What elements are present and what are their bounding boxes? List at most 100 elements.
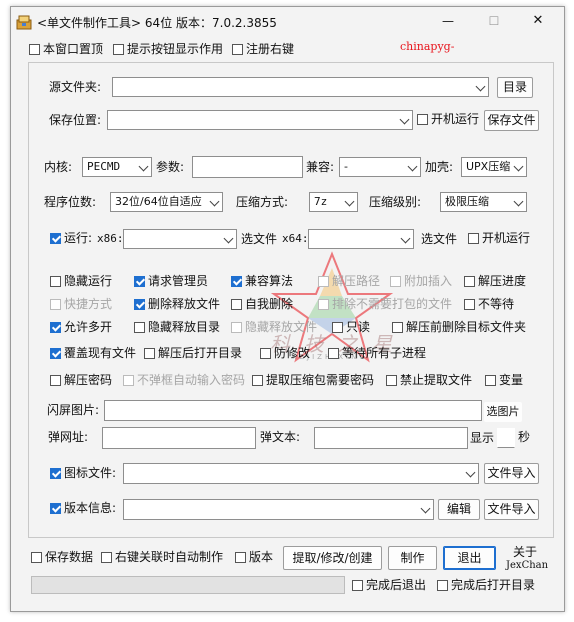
icon-label: 图标文件: [64, 466, 117, 480]
param-label: 参数: [156, 160, 185, 174]
opt-autopass-checkbox[interactable] [123, 375, 134, 386]
opt-var-checkbox[interactable] [485, 375, 496, 386]
opt-hide-dir-label: 隐藏释放目录 [148, 320, 221, 334]
x86-label: x86: [97, 232, 124, 245]
opt-wait-children-checkbox[interactable] [328, 348, 339, 359]
opt-progress-checkbox[interactable] [464, 276, 475, 287]
opt-autopass-label: 不弹框自动输入密码 [137, 373, 246, 387]
icon-checkbox[interactable] [50, 468, 61, 479]
ver-label: 版本信息: [64, 501, 117, 515]
x86-select-button[interactable]: 选文件 [239, 229, 279, 249]
icon-combo[interactable] [123, 463, 479, 484]
opt-var-label: 变量 [499, 373, 524, 387]
opt-exclude-checkbox[interactable] [318, 299, 329, 310]
save-file-button[interactable]: 保存文件 [484, 110, 539, 131]
opt-nowait-label: 不等待 [478, 297, 515, 311]
opt-hide-file-checkbox[interactable] [231, 322, 242, 333]
x64-combo[interactable] [308, 229, 414, 249]
opt-self-delete-checkbox[interactable] [231, 299, 242, 310]
opt-hide-run-label: 隐藏运行 [64, 274, 113, 288]
opt-attach-checkbox[interactable] [390, 276, 401, 287]
shell-combo[interactable]: UPX压缩 [461, 157, 527, 177]
src-dir-button[interactable]: 目录 [497, 77, 533, 98]
topmost-checkbox[interactable] [29, 44, 40, 55]
bits-combo[interactable]: 32位/64位自适应 [110, 192, 223, 212]
ver-combo[interactable] [123, 499, 434, 520]
opt-open-after-checkbox[interactable] [144, 348, 155, 359]
opt-no-extract-checkbox[interactable] [386, 375, 397, 386]
core-combo[interactable]: PECMD [82, 157, 152, 177]
popup-url-input[interactable] [102, 427, 256, 449]
x64-label: x64: [282, 232, 309, 245]
opt-extract-path-label: 解压路径 [332, 274, 381, 288]
run-boot-label: 开机运行 [482, 231, 531, 245]
opt-shortcut-checkbox[interactable] [50, 299, 61, 310]
opt-nowait-checkbox[interactable] [464, 299, 475, 310]
author-label: JexChan [506, 560, 549, 571]
level-combo[interactable]: 极限压缩 [440, 192, 527, 212]
opt-compat-algo-label: 兼容算法 [245, 274, 294, 288]
splash-input[interactable] [104, 400, 482, 421]
opt-attach-label: 附加插入 [404, 274, 453, 288]
opt-extract-path-checkbox[interactable] [318, 276, 329, 287]
opt-readonly-checkbox[interactable] [332, 322, 343, 333]
opt-overwrite-checkbox[interactable] [50, 348, 61, 359]
opt-multi-checkbox[interactable] [50, 322, 61, 333]
x64-select-button[interactable]: 选文件 [418, 229, 460, 249]
opt-predelete-checkbox[interactable] [392, 322, 403, 333]
mode-combo[interactable]: 7z [309, 192, 358, 212]
open-after-label: 完成后打开目录 [451, 578, 536, 592]
run-checkbox[interactable] [50, 233, 61, 244]
mode-label: 压缩方式: [236, 195, 289, 209]
make-button[interactable]: 制作 [388, 546, 437, 570]
opt-multi-label: 允许多开 [64, 320, 113, 334]
popup-text-input[interactable] [314, 427, 468, 449]
save-boot-checkbox[interactable] [417, 114, 428, 125]
extract-modify-button[interactable]: 提取/修改/创建 [283, 546, 382, 570]
level-label: 压缩级别: [369, 195, 422, 209]
hint-label: 提示按钮显示作用 [127, 42, 224, 56]
progress-bar [31, 576, 345, 594]
app-icon [16, 14, 32, 30]
opt-compat-algo-checkbox[interactable] [231, 276, 242, 287]
run-label: 运行: [64, 231, 93, 245]
opt-exclude-label: 排除不需要打包的文件 [332, 297, 453, 311]
opt-password-checkbox[interactable] [50, 375, 61, 386]
opt-del-release-checkbox[interactable] [134, 299, 145, 310]
opt-hide-dir-checkbox[interactable] [134, 322, 145, 333]
savedata-checkbox[interactable] [31, 552, 42, 563]
splash-select-button[interactable]: 选图片 [484, 402, 522, 422]
exit-after-checkbox[interactable] [352, 580, 363, 591]
param-input[interactable] [192, 156, 303, 178]
opt-tamper-checkbox[interactable] [260, 348, 271, 359]
minimize-button[interactable]: — [428, 8, 468, 34]
maximize-button[interactable]: ☐ [474, 8, 514, 34]
reg-checkbox[interactable] [232, 44, 243, 55]
assoc-checkbox[interactable] [101, 552, 112, 563]
ver-import-button[interactable]: 文件导入 [484, 499, 539, 520]
popup-seconds-input[interactable] [497, 428, 515, 448]
x86-combo[interactable] [123, 229, 237, 249]
close-button[interactable]: ✕ [518, 8, 558, 34]
opt-hide-run-checkbox[interactable] [50, 276, 61, 287]
src-combo[interactable] [112, 77, 489, 97]
opt-overwrite-label: 覆盖现有文件 [64, 346, 137, 360]
open-after-checkbox[interactable] [437, 580, 448, 591]
opt-wait-children-label: 等待所有子进程 [342, 346, 427, 360]
reg-label: 注册右键 [246, 42, 295, 56]
version-checkbox[interactable] [235, 552, 246, 563]
compat-combo[interactable]: - [339, 157, 421, 177]
hint-checkbox[interactable] [113, 44, 124, 55]
about-link[interactable]: 关于 [513, 545, 537, 559]
exit-button[interactable]: 退出 [443, 546, 496, 570]
save-combo[interactable] [107, 110, 413, 130]
icon-import-button[interactable]: 文件导入 [484, 463, 539, 484]
opt-progress-label: 解压进度 [478, 274, 527, 288]
opt-admin-checkbox[interactable] [134, 276, 145, 287]
ver-checkbox[interactable] [50, 503, 61, 514]
opt-extract-pass-checkbox[interactable] [252, 375, 263, 386]
run-boot-checkbox[interactable] [468, 233, 479, 244]
ver-edit-button[interactable]: 编辑 [438, 499, 480, 520]
opt-self-delete-label: 自我删除 [245, 297, 294, 311]
opt-password-label: 解压密码 [64, 373, 113, 387]
